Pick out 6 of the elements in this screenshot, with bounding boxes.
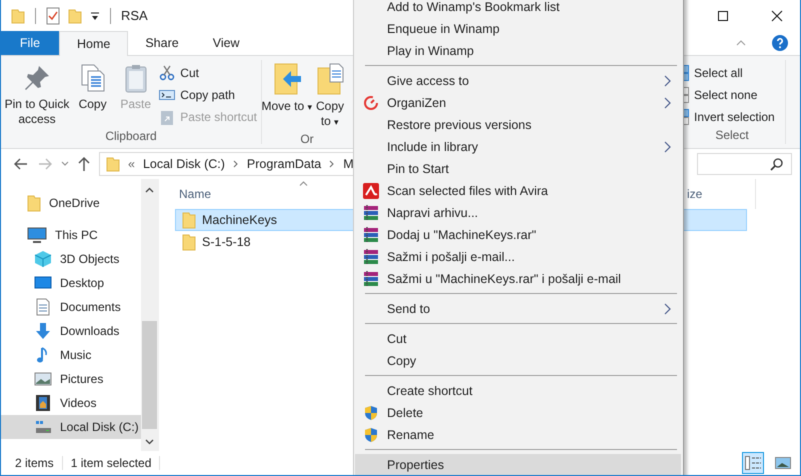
group-label: Clipboard <box>104 129 158 144</box>
item-count: 2 items <box>15 456 54 470</box>
group-label: Select <box>714 128 750 144</box>
window-title: RSA <box>121 8 148 23</box>
selection-count: 1 item selected <box>70 456 152 470</box>
group-label: Or <box>299 132 315 144</box>
